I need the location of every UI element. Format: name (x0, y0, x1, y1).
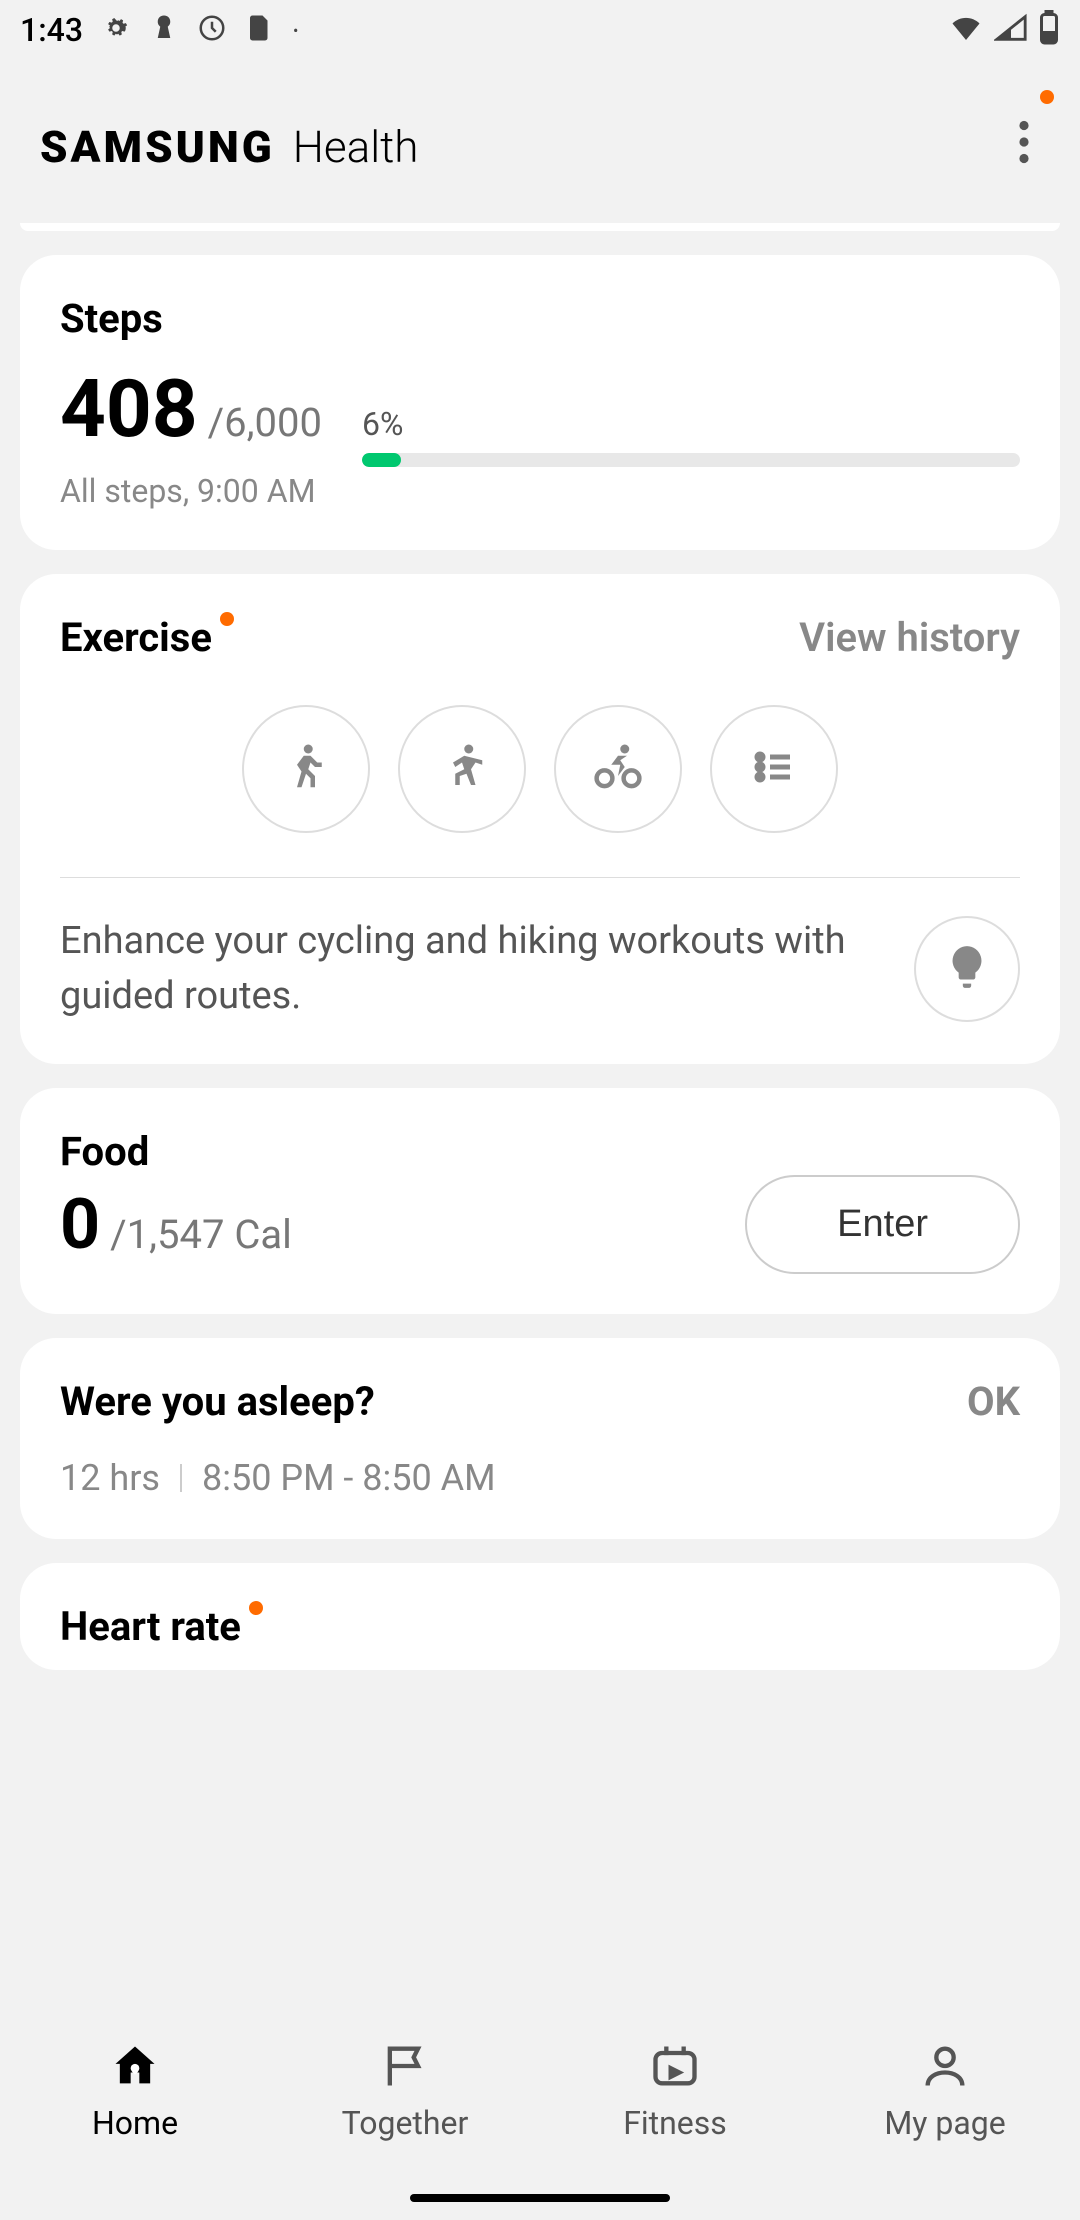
sim-icon (245, 13, 275, 47)
sleep-subtext: 12 hrs 8:50 PM - 8:50 AM (60, 1457, 1020, 1499)
steps-subtext: All steps, 9:00 AM (60, 472, 322, 510)
separator (180, 1464, 182, 1492)
nav-fitness[interactable]: Fitness (540, 2038, 810, 2142)
exercise-header: Exercise View history (60, 614, 1020, 661)
heart-title-text: Heart rate (60, 1603, 241, 1650)
app-header: SAMSUNG Health (0, 60, 1080, 223)
brand: SAMSUNG Health (40, 121, 418, 173)
enter-button[interactable]: Enter (745, 1175, 1020, 1274)
card-peek (20, 223, 1060, 231)
sleep-range: 8:50 PM - 8:50 AM (202, 1457, 496, 1499)
dot-icon: • (293, 21, 298, 40)
more-vertical-icon (1018, 131, 1030, 173)
bottom-nav: Home Together Fitness My page (0, 2020, 1080, 2220)
nav-mypage[interactable]: My page (810, 2038, 1080, 2142)
progress-fill (362, 453, 401, 467)
progress-bar (362, 453, 1020, 467)
divider (60, 877, 1020, 878)
nav-together-label: Together (342, 2104, 469, 2142)
nav-together[interactable]: Together (270, 2038, 540, 2142)
tip-bulb-button[interactable] (914, 916, 1020, 1022)
fitness-icon (647, 2038, 703, 2094)
notification-dot-icon (249, 1601, 263, 1615)
walking-button[interactable] (242, 705, 370, 833)
food-value-row: 0 /1,547 Cal (60, 1184, 292, 1266)
content: Steps 408 /6,000 All steps, 9:00 AM 6% E… (0, 223, 1080, 1670)
food-body: 0 /1,547 Cal Enter (60, 1175, 1020, 1274)
nav-mypage-label: My page (884, 2104, 1005, 2142)
steps-card[interactable]: Steps 408 /6,000 All steps, 9:00 AM 6% (20, 255, 1060, 550)
walking-icon (279, 740, 333, 798)
more-button[interactable] (1008, 110, 1040, 183)
cycling-button[interactable] (554, 705, 682, 833)
notification-dot-icon (220, 612, 234, 626)
running-icon (435, 740, 489, 798)
food-count: 0 (60, 1184, 100, 1266)
food-title: Food (60, 1128, 149, 1175)
sleep-header: Were you asleep? OK (60, 1378, 1020, 1425)
steps-body: 408 /6,000 All steps, 9:00 AM 6% (60, 362, 1020, 510)
exercise-title-text: Exercise (60, 614, 212, 661)
cycling-icon (591, 740, 645, 798)
steps-percent: 6% (362, 405, 1020, 443)
app-icon (149, 13, 179, 47)
more-exercises-button[interactable] (710, 705, 838, 833)
nav-fitness-label: Fitness (623, 2104, 727, 2142)
brand-health: Health (293, 121, 419, 173)
steps-value-row: 408 /6,000 (60, 362, 322, 456)
nav-handle[interactable] (410, 2194, 670, 2202)
wifi-icon (948, 13, 984, 47)
status-time: 1:43 (20, 11, 83, 49)
user-icon (917, 2038, 973, 2094)
flag-icon (377, 2038, 433, 2094)
sleep-card[interactable]: Were you asleep? OK 12 hrs 8:50 PM - 8:5… (20, 1338, 1060, 1539)
sleep-title: Were you asleep? (60, 1378, 375, 1425)
sleep-duration: 12 hrs (60, 1457, 160, 1499)
notification-dot-icon (1040, 90, 1054, 104)
tip-row[interactable]: Enhance your cycling and hiking workouts… (60, 914, 1020, 1024)
brand-samsung: SAMSUNG (40, 121, 275, 173)
sleep-ok-button[interactable]: OK (967, 1378, 1020, 1425)
exercise-title: Exercise (60, 614, 212, 661)
food-card[interactable]: Food 0 /1,547 Cal Enter (20, 1088, 1060, 1314)
heart-title: Heart rate (60, 1603, 241, 1650)
exercise-card[interactable]: Exercise View history (20, 574, 1060, 1064)
steps-progress: 6% (362, 405, 1020, 467)
clock-icon (197, 13, 227, 47)
view-history-link[interactable]: View history (799, 614, 1020, 661)
steps-title: Steps (60, 295, 163, 342)
steps-left: 408 /6,000 All steps, 9:00 AM (60, 362, 322, 510)
status-right (948, 10, 1060, 50)
exercise-icons (60, 705, 1020, 833)
gear-icon (101, 13, 131, 47)
status-bar: 1:43 • (0, 0, 1080, 60)
bulb-icon (942, 942, 992, 996)
nav-home-label: Home (92, 2104, 178, 2142)
nav-home[interactable]: Home (0, 2038, 270, 2142)
food-goal: /1,547 Cal (110, 1211, 292, 1258)
tip-text: Enhance your cycling and hiking workouts… (60, 914, 890, 1024)
signal-icon (994, 13, 1028, 47)
steps-goal: /6,000 (208, 399, 322, 446)
running-button[interactable] (398, 705, 526, 833)
status-left: 1:43 • (20, 11, 298, 49)
battery-icon (1038, 10, 1060, 50)
list-icon (750, 743, 798, 795)
home-icon (107, 2038, 163, 2094)
heart-rate-card[interactable]: Heart rate (20, 1563, 1060, 1670)
steps-count: 408 (60, 362, 198, 456)
